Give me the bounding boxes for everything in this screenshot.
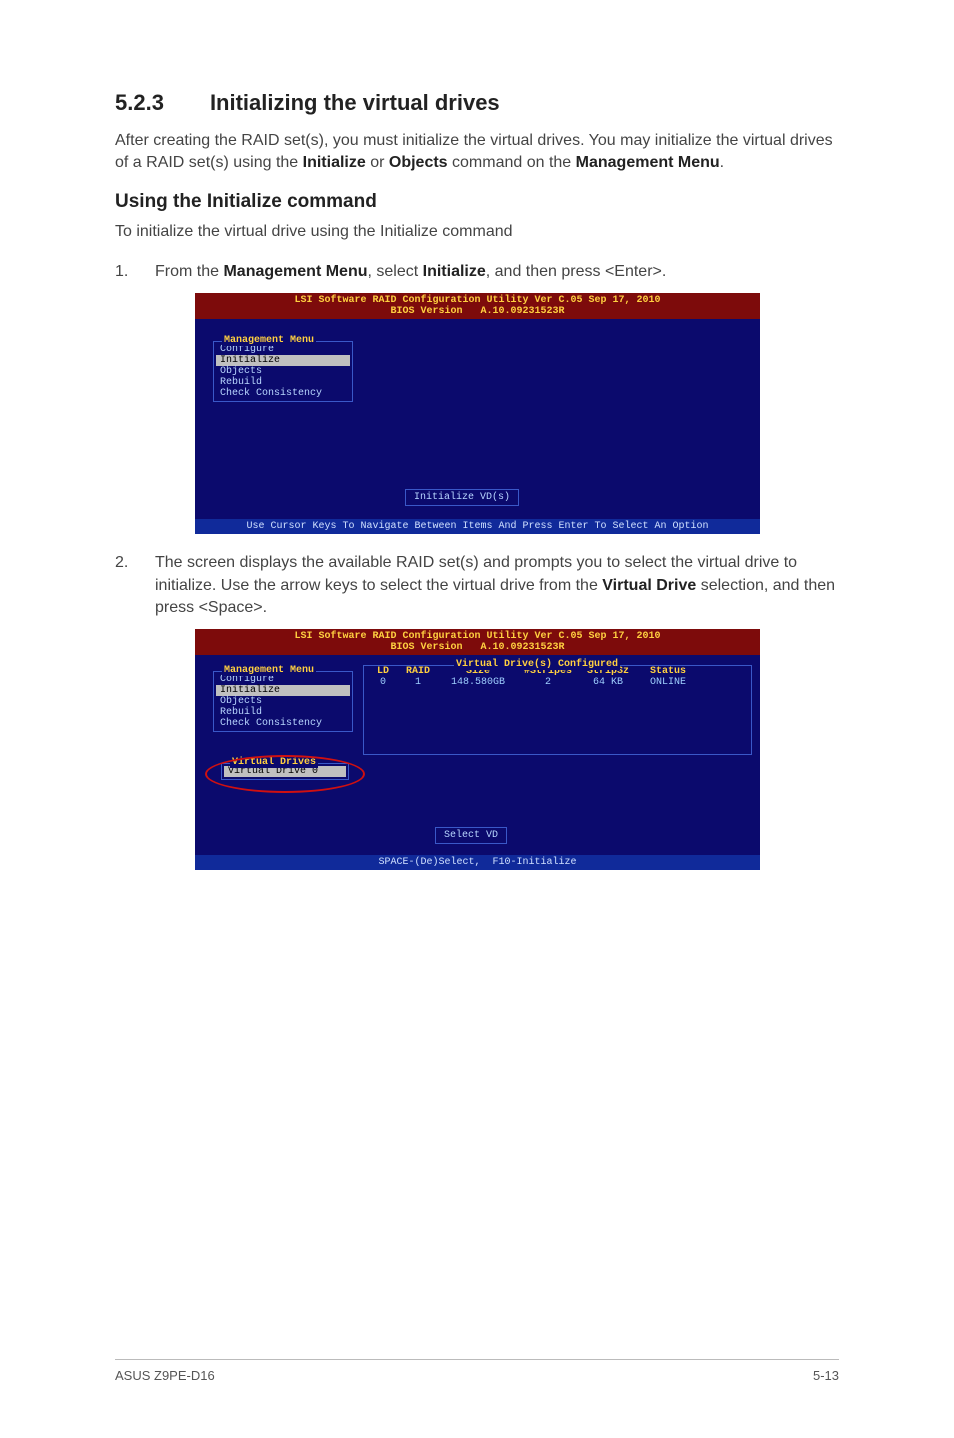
bios2-body: Management Menu Configure Initialize Obj… (195, 655, 760, 855)
select-vd-button[interactable]: Select VD (435, 827, 507, 844)
vdh-raid: RAID (398, 666, 438, 677)
bios2-footer: SPACE-(De)Select, F10-Initialize (195, 855, 760, 870)
bios2-title-l2: BIOS Version A.10.09231523R (390, 642, 564, 653)
vdr-size: 148.580GB (438, 677, 518, 688)
intro-bold-mgmt: Management Menu (576, 154, 720, 171)
mgmt-item-initialize[interactable]: Initialize (216, 355, 350, 366)
step-1: From the Management Menu, select Initial… (115, 261, 839, 534)
bios1-footer: Use Cursor Keys To Navigate Between Item… (195, 519, 760, 534)
footer-right: 5-13 (813, 1368, 839, 1383)
mgmt-item-objects[interactable]: Objects (216, 366, 350, 377)
intro-bold-objects: Objects (389, 154, 448, 171)
mgmt2-objects[interactable]: Objects (216, 696, 350, 707)
mgmt-menu-box-2: Management Menu Configure Initialize Obj… (213, 671, 353, 732)
subheading: Using the Initialize command (115, 191, 839, 213)
bios2-title: LSI Software RAID Configuration Utility … (195, 629, 760, 655)
mgmt2-initialize[interactable]: Initialize (216, 685, 350, 696)
initialize-vds-button[interactable]: Initialize VD(s) (405, 489, 519, 506)
vd-data-row[interactable]: 0 1 148.580GB 2 64 KB ONLINE (364, 677, 751, 688)
mgmt-item-rebuild[interactable]: Rebuild (216, 377, 350, 388)
section-number: 5.2.3 (115, 90, 164, 116)
bios1-title: LSI Software RAID Configuration Utility … (195, 293, 760, 319)
page-footer: ASUS Z9PE-D16 5-13 (115, 1359, 839, 1383)
mgmt-item-check[interactable]: Check Consistency (216, 388, 350, 399)
step-2: The screen displays the available RAID s… (115, 552, 839, 870)
virtual-drives-box: Virtual Drives Virtual Drive 0 (221, 763, 349, 780)
vdr-stripsz: 64 KB (578, 677, 638, 688)
sub-intro: To initialize the virtual drive using th… (115, 221, 839, 243)
intro-after: . (720, 154, 724, 171)
section-title: Initializing the virtual drives (210, 90, 500, 115)
vd-configured-legend: Virtual Drive(s) Configured (454, 659, 620, 670)
mgmt-menu-box: Management Menu Configure Initialize Obj… (213, 341, 353, 402)
bios1-body: Management Menu Configure Initialize Obj… (195, 319, 760, 519)
virtual-drives-legend: Virtual Drives (230, 757, 318, 768)
intro-bold-initialize: Initialize (303, 154, 366, 171)
bios-screenshot-2: LSI Software RAID Configuration Utility … (195, 629, 760, 870)
vdr-raid: 1 (398, 677, 438, 688)
bios-screenshot-1: LSI Software RAID Configuration Utility … (195, 293, 760, 534)
step1-after: , and then press <Enter>. (486, 263, 667, 280)
vdr-ld: 0 (368, 677, 398, 688)
step1-mid1: , select (367, 263, 422, 280)
bios1-title-l2: BIOS Version A.10.09231523R (390, 306, 564, 317)
vdr-stripes: 2 (518, 677, 578, 688)
step2-bold-vd: Virtual Drive (602, 577, 696, 594)
bios2-title-l1: LSI Software RAID Configuration Utility … (294, 631, 660, 642)
bios1-title-l1: LSI Software RAID Configuration Utility … (294, 295, 660, 306)
vd-configured-table: Virtual Drive(s) Configured LD RAID Size… (363, 665, 752, 755)
mgmt-menu-legend: Management Menu (222, 335, 316, 346)
vdr-status: ONLINE (638, 677, 698, 688)
section-heading: 5.2.3 Initializing the virtual drives (115, 90, 839, 116)
mgmt-menu-legend-2: Management Menu (222, 665, 316, 676)
mgmt2-check[interactable]: Check Consistency (216, 718, 350, 729)
vdh-ld: LD (368, 666, 398, 677)
intro-mid-1: or (366, 154, 389, 171)
step1-text-before: From the (155, 263, 223, 280)
footer-left: ASUS Z9PE-D16 (115, 1368, 215, 1383)
step1-bold-mgmt: Management Menu (223, 263, 367, 280)
mgmt2-rebuild[interactable]: Rebuild (216, 707, 350, 718)
vdh-status: Status (638, 666, 698, 677)
intro-mid-2: command on the (448, 154, 576, 171)
step1-bold-init: Initialize (423, 263, 486, 280)
intro-paragraph: After creating the RAID set(s), you must… (115, 130, 839, 173)
